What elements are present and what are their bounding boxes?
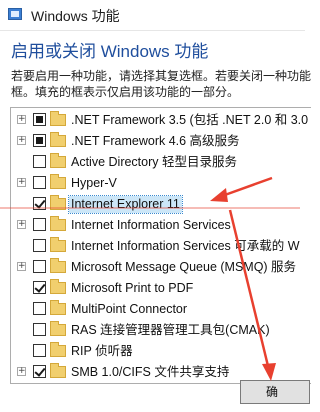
arrow-to-ie [221, 176, 273, 198]
arrow-head-ie [210, 188, 228, 202]
annotation-arrows [0, 176, 300, 381]
arrow-to-ok [228, 209, 270, 367]
arrow-head-ok [262, 363, 276, 381]
